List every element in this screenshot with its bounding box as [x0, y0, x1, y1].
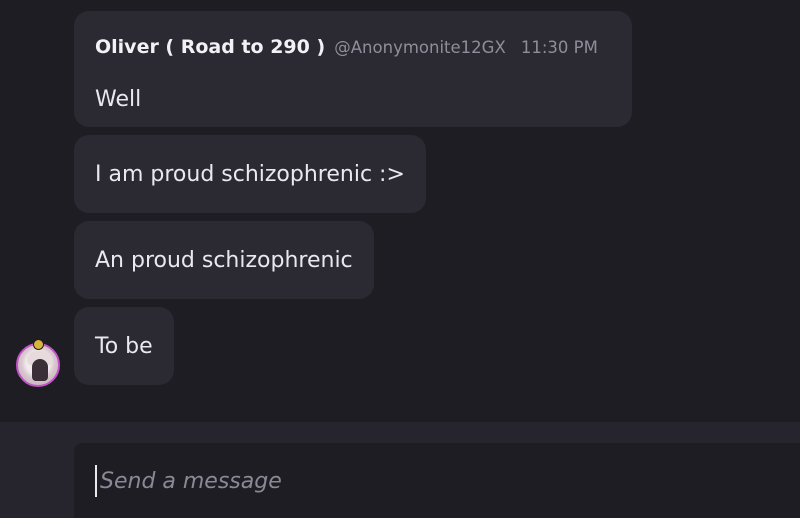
message-header: Oliver ( Road to 290 ) @Anonymonite12GX …: [95, 35, 598, 60]
message-composer[interactable]: [74, 443, 800, 518]
avatar-figure-shape: [32, 359, 48, 381]
message-handle[interactable]: @Anonymonite12GX: [334, 38, 505, 57]
message-bubble[interactable]: An proud schizophrenic: [74, 221, 374, 299]
message-text: To be: [95, 333, 153, 359]
message-text: I am proud schizophrenic :>: [95, 161, 405, 187]
message-text: An proud schizophrenic: [95, 247, 353, 273]
message-text: Well: [95, 87, 142, 112]
message-author[interactable]: Oliver ( Road to 290 ): [95, 36, 325, 58]
message-input[interactable]: [100, 463, 780, 499]
message-bubble[interactable]: To be: [74, 307, 174, 385]
message-timestamp: 11:30 PM: [520, 38, 598, 57]
message-bubble[interactable]: I am proud schizophrenic :>: [74, 135, 426, 213]
chat-history: Oliver ( Road to 290 ) @Anonymonite12GX …: [0, 0, 800, 422]
text-caret: [95, 465, 97, 497]
message-bubble[interactable]: Oliver ( Road to 290 ) @Anonymonite12GX …: [74, 11, 632, 127]
status-badge-icon: [33, 339, 44, 350]
